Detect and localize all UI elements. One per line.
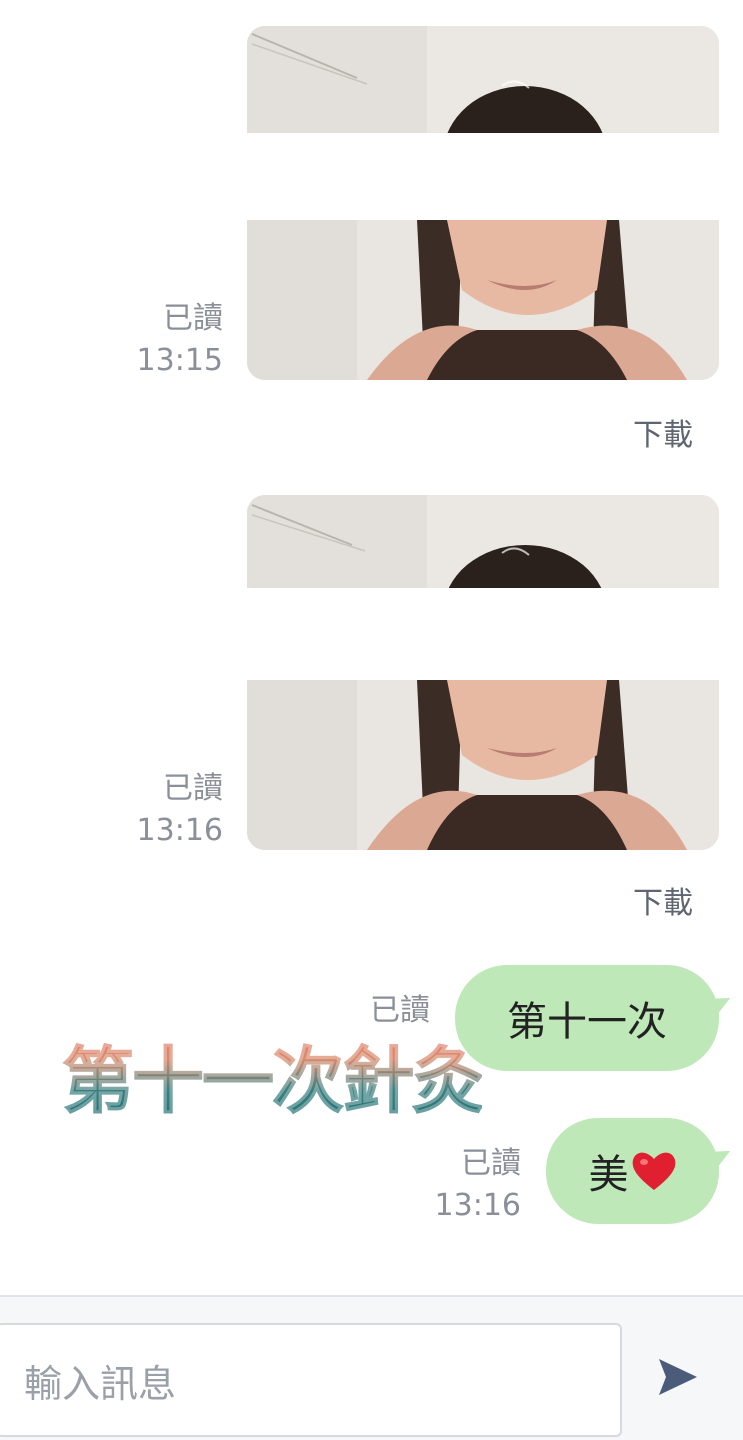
message-bubble[interactable]: 美 — [546, 1118, 719, 1224]
video-thumbnail-2-bottom[interactable] — [247, 680, 719, 850]
sticker-text[interactable]: 第十一次針灸 — [61, 1022, 484, 1127]
message-input[interactable]: 輸入訊息 — [0, 1323, 622, 1437]
message-meta-2: 已讀 13:16 — [137, 768, 223, 852]
heart-icon — [631, 1150, 677, 1192]
read-receipt: 已讀 — [163, 301, 223, 336]
message-time: 13:16 — [434, 1188, 521, 1223]
send-icon — [659, 1359, 697, 1395]
download-link[interactable]: 下載 — [633, 410, 693, 454]
video-thumbnail-2-top[interactable] — [247, 495, 719, 588]
message-time: 13:15 — [136, 343, 223, 378]
message-bubble[interactable]: 第十一次 — [455, 965, 719, 1071]
video-thumbnail-1-top[interactable] — [247, 26, 719, 133]
message-meta-4: 已讀 13:16 — [435, 1143, 521, 1227]
message-text: 第十一次 — [507, 999, 667, 1045]
read-receipt: 已讀 — [461, 1146, 521, 1181]
read-receipt: 已讀 — [163, 771, 223, 806]
video-thumbnail-1-bottom[interactable] — [247, 220, 719, 380]
message-meta-1: 已讀 13:15 — [137, 298, 223, 382]
download-link[interactable]: 下載 — [633, 878, 693, 922]
chat-history[interactable]: 已讀 13:15 下載 已讀 13:16 下載 已讀 第十一次 第十一次針灸 已… — [0, 0, 743, 1295]
message-text: 美 — [588, 1152, 629, 1198]
message-composer: 輸入訊息 — [0, 1295, 743, 1440]
send-button[interactable] — [640, 1337, 714, 1417]
message-time: 13:16 — [136, 813, 223, 848]
